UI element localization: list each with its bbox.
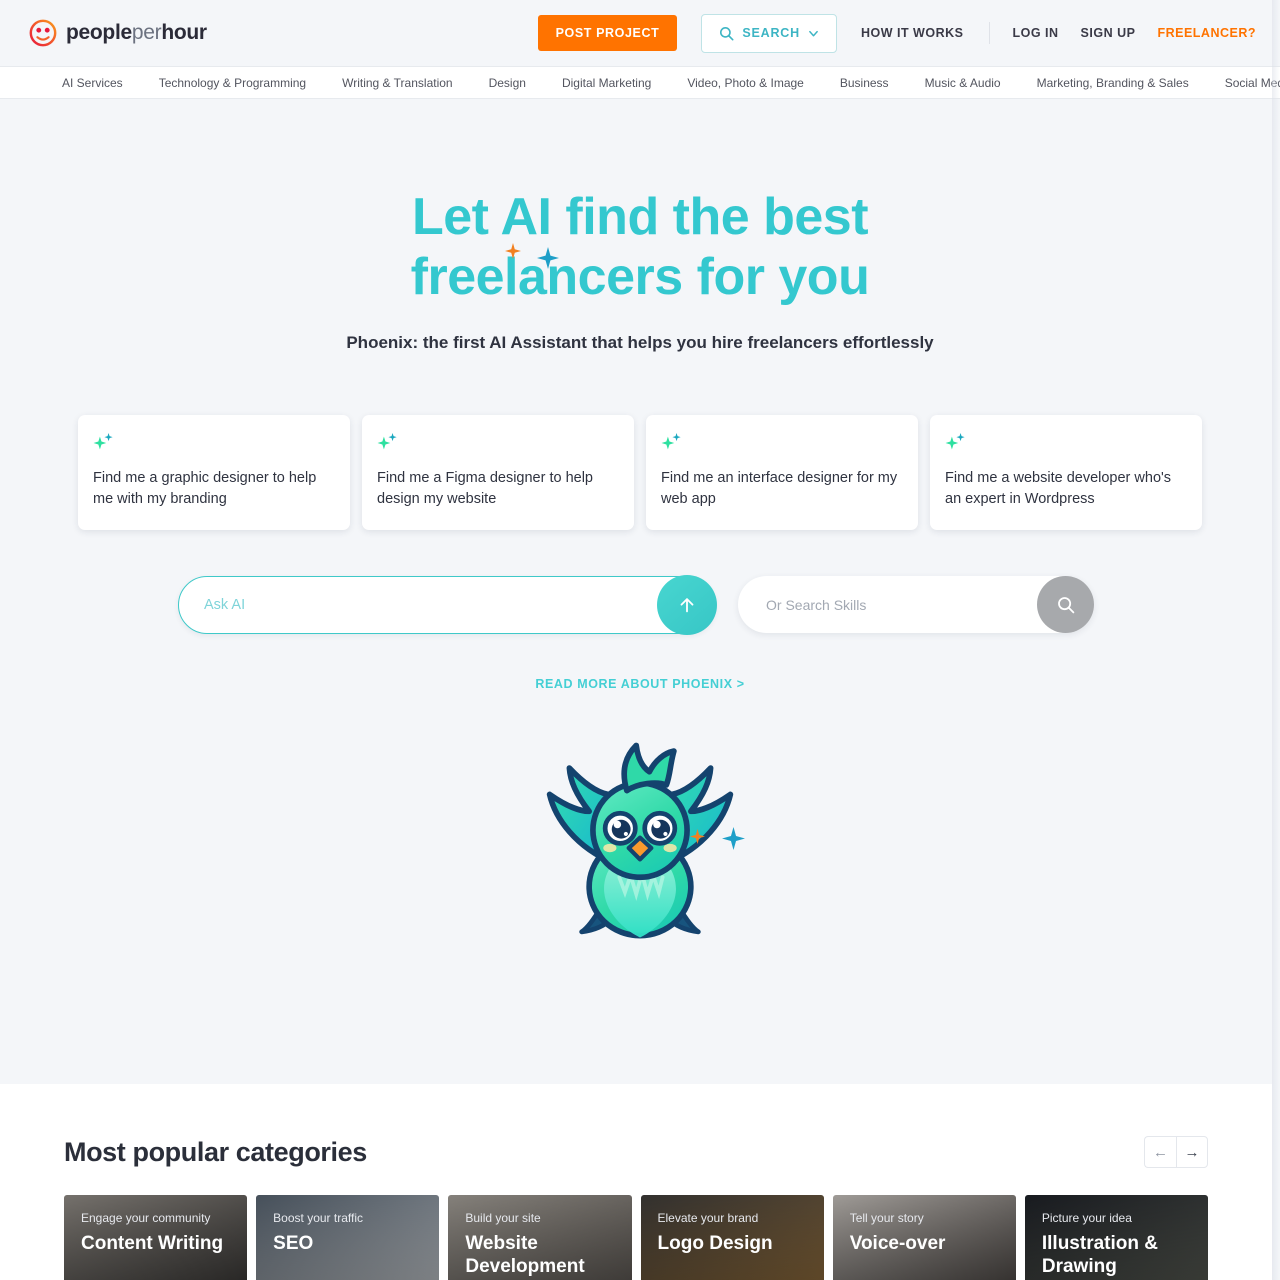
search-dropdown-button[interactable]: SEARCH: [701, 13, 837, 53]
category-card-content-writing[interactable]: Engage your community Content Writing: [64, 1195, 248, 1280]
arrow-left-icon: ←: [1153, 1143, 1168, 1161]
nav-item-social-media[interactable]: Social Media: [1225, 76, 1280, 90]
popular-categories-section: Most popular categories ← → Engage your …: [0, 1084, 1272, 1280]
nav-item-digital-marketing[interactable]: Digital Marketing: [562, 76, 651, 90]
suggestion-card[interactable]: Find me a Figma designer to help design …: [362, 414, 634, 530]
category-cards-strip: Engage your community Content Writing Bo…: [64, 1195, 1209, 1280]
card-text-block: Build your site Website Development: [465, 1211, 621, 1278]
category-card-title: SEO: [273, 1233, 314, 1254]
hero-section: Let AI find the best freelancers for you…: [0, 99, 1280, 1117]
phoenix-bird-mascot-icon: [546, 742, 734, 939]
post-project-button[interactable]: POST PROJECT: [537, 15, 678, 51]
peopleperhour-face-logo-icon: [29, 19, 57, 47]
popular-categories-title: Most popular categories: [64, 1136, 367, 1167]
how-it-works-link[interactable]: HOW IT WORKS: [861, 22, 991, 44]
card-text-block: Picture your idea Illustration & Drawing: [1042, 1211, 1198, 1278]
nav-item-marketing-branding[interactable]: Marketing, Branding & Sales: [1037, 76, 1189, 90]
category-card-title: Website Development: [465, 1233, 585, 1278]
carousel-arrows: ← →: [1144, 1136, 1208, 1168]
site-logo[interactable]: peopleperhour: [28, 18, 207, 48]
page-root: peopleperhour POST PROJECT SEARCH HOW IT…: [0, 0, 1280, 1280]
logo-wordmark: peopleperhour: [66, 21, 207, 45]
nav-item-music-audio[interactable]: Music & Audio: [925, 76, 1001, 90]
phoenix-bird-mascot: [0, 736, 1280, 962]
hero-heading-line-2: freelancers for you: [410, 248, 870, 307]
search-button-label: SEARCH: [742, 26, 800, 40]
card-text-block: Boost your traffic SEO: [273, 1211, 429, 1255]
carousel-next-button[interactable]: →: [1176, 1136, 1208, 1168]
search-icon: [1057, 596, 1074, 613]
category-card-tagline: Engage your community: [81, 1211, 211, 1225]
logo-hour: hour: [161, 21, 207, 44]
suggestion-cards: Find me a graphic designer to help me wi…: [0, 414, 1280, 530]
category-card-illustration-drawing[interactable]: Picture your idea Illustration & Drawing: [1024, 1195, 1209, 1280]
category-card-tagline: Picture your idea: [1041, 1211, 1132, 1225]
suggestion-card-text: Find me a graphic designer to help me wi…: [93, 469, 317, 507]
auth-links: LOG IN SIGN UP FREELANCER?: [1012, 26, 1256, 40]
nav-item-video-photo[interactable]: Video, Photo & Image: [687, 76, 804, 90]
top-header-bar: peopleperhour POST PROJECT SEARCH HOW IT…: [0, 0, 1280, 66]
header-actions: POST PROJECT SEARCH HOW IT WORKS LOG IN …: [537, 0, 1256, 66]
category-card-logo-design[interactable]: Elevate your brand Logo Design: [640, 1195, 824, 1280]
category-card-title: Logo Design: [657, 1233, 773, 1254]
sparkle-orange-icon: [690, 829, 705, 844]
sparkle-blue-icon: [537, 247, 559, 269]
category-card-title: Illustration & Drawing: [1041, 1233, 1158, 1278]
nav-item-ai-services[interactable]: AI Services: [62, 76, 123, 90]
logo-people: people: [66, 21, 132, 44]
sparkle-blue-icon: [722, 827, 745, 850]
card-text-block: Tell your story Voice-over: [850, 1211, 1006, 1255]
sparkle-orange-icon: [505, 243, 521, 259]
logo-per: per: [131, 21, 162, 44]
card-text-block: Elevate your brand Logo Design: [658, 1211, 814, 1255]
sparkle-icon: [945, 432, 965, 449]
ask-ai-container: [178, 574, 717, 635]
skills-search-input[interactable]: [738, 596, 998, 613]
suggestion-card-text: Find me an interface designer for my web…: [661, 469, 898, 507]
ask-ai-input[interactable]: [179, 596, 619, 613]
search-icon: [720, 26, 734, 40]
category-card-tagline: Elevate your brand: [657, 1211, 759, 1225]
suggestion-card[interactable]: Find me a graphic designer to help me wi…: [78, 414, 350, 530]
suggestion-card[interactable]: Find me a website developer who's an exp…: [930, 414, 1202, 530]
login-link[interactable]: LOG IN: [1012, 26, 1058, 40]
skills-search-button[interactable]: [1037, 576, 1094, 634]
hero-subheading: Phoenix: the first AI Assistant that hel…: [346, 332, 934, 352]
sparkle-icon: [93, 432, 113, 449]
page-title: Let AI find the best freelancers for you: [0, 99, 1280, 308]
category-card-seo[interactable]: Boost your traffic SEO: [256, 1195, 440, 1280]
category-card-website-development[interactable]: Build your site Website Development: [448, 1195, 632, 1280]
read-more-phoenix-link[interactable]: READ MORE ABOUT PHOENIX >: [0, 677, 1280, 691]
nav-item-technology[interactable]: Technology & Programming: [159, 76, 306, 90]
nav-item-business[interactable]: Business: [840, 76, 889, 90]
ask-ai-submit-button[interactable]: [657, 574, 717, 635]
category-card-tagline: Boost your traffic: [273, 1211, 363, 1225]
category-card-title: Voice-over: [849, 1233, 946, 1254]
category-card-tagline: Build your site: [465, 1211, 541, 1225]
arrow-up-icon: [680, 597, 694, 612]
search-row: [0, 574, 1280, 635]
sparkle-icon: [377, 432, 397, 449]
category-card-voice-over[interactable]: Tell your story Voice-over: [832, 1195, 1016, 1280]
nav-item-design[interactable]: Design: [489, 76, 526, 90]
popular-categories-header: Most popular categories ← →: [64, 1084, 1208, 1168]
category-nav-bar: AI Services Technology & Programming Wri…: [0, 66, 1280, 99]
carousel-prev-button[interactable]: ←: [1144, 1136, 1176, 1168]
suggestion-card[interactable]: Find me an interface designer for my web…: [646, 414, 918, 530]
hero-heading-line-1: Let AI find the best: [411, 188, 869, 246]
sparkle-icon: [661, 432, 681, 449]
arrow-right-icon: →: [1184, 1143, 1200, 1161]
nav-item-writing[interactable]: Writing & Translation: [342, 76, 453, 90]
category-card-title: Content Writing: [81, 1233, 224, 1254]
category-card-tagline: Tell your story: [849, 1211, 924, 1225]
suggestion-card-text: Find me a Figma designer to help design …: [377, 469, 593, 507]
chevron-down-icon: [809, 30, 818, 36]
signup-link[interactable]: SIGN UP: [1081, 26, 1136, 40]
skills-search-container: [738, 576, 1094, 634]
suggestion-card-text: Find me a website developer who's an exp…: [945, 469, 1172, 507]
card-text-block: Engage your community Content Writing: [81, 1211, 237, 1255]
freelancer-link[interactable]: FREELANCER?: [1157, 26, 1256, 40]
